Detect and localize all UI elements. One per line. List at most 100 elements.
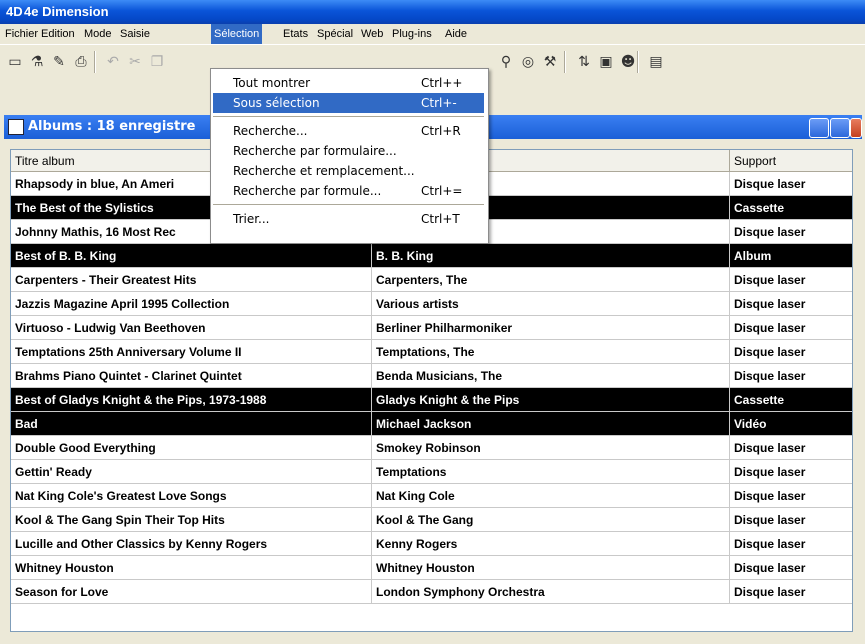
folder-icon[interactable]: ▭ <box>6 53 24 71</box>
menu-item-label: Trier... <box>233 212 270 226</box>
support-cell: Disque laser <box>734 369 806 383</box>
menu-item-shortcut: Ctrl+- <box>421 96 457 110</box>
artist-cell: Temptations <box>372 460 730 484</box>
artist-cell: Kenny Rogers <box>372 532 730 556</box>
menu-item-tout-montrer[interactable]: Tout montrer Ctrl++ <box>213 73 484 93</box>
menu-item-recherche-par-formulaire[interactable]: Recherche par formulaire... <box>213 141 484 161</box>
artist-cell: London Symphony Orchestra <box>372 580 730 604</box>
sort-icon[interactable]: ⇅ <box>575 53 593 71</box>
album-title-cell: Whitney Houston <box>11 556 372 580</box>
artist-cell: Carpenters, The <box>372 268 730 292</box>
undo-icon[interactable]: ↶ <box>104 53 122 71</box>
album-title-cell: Best of Gladys Knight & the Pips, 1973-1… <box>11 388 372 412</box>
support-cell: Disque laser <box>734 345 806 359</box>
album-title-cell: Carpenters - Their Greatest Hits <box>11 268 372 292</box>
menu-item-recherche-par-formule[interactable]: Recherche par formule... Ctrl+= <box>213 181 484 201</box>
cut-icon[interactable]: ✂ <box>126 53 144 71</box>
album-title-cell: Jazzis Magazine April 1995 Collection <box>11 292 372 316</box>
artist-cell: Berliner Philharmoniker <box>372 316 730 340</box>
support-cell: Disque laser <box>734 465 806 479</box>
table-row[interactable]: Bad Michael Jackson Vidéo <box>11 412 852 436</box>
support-cell: Album <box>734 249 772 263</box>
copy-icon[interactable]: ❐ <box>148 53 166 71</box>
menu-item-recherche-et-remplacement[interactable]: Recherche et remplacement... <box>213 161 484 181</box>
menu-item-shortcut: Ctrl+R <box>421 124 461 138</box>
menu-aide[interactable]: Aide <box>442 24 470 44</box>
table-row[interactable]: Lucille and Other Classics by Kenny Roge… <box>11 532 852 556</box>
toolbar-separator <box>94 51 96 73</box>
column-header-support[interactable]: Support <box>730 150 852 172</box>
album-title-cell: Nat King Cole's Greatest Love Songs <box>11 484 372 508</box>
menu-edition[interactable]: Edition <box>38 24 78 44</box>
album-title-cell: Season for Love <box>11 580 372 604</box>
support-cell: Disque laser <box>734 177 806 191</box>
search-icon[interactable]: ⚲ <box>497 53 515 71</box>
album-title-cell: Bad <box>11 412 372 436</box>
table-row[interactable]: Whitney Houston Whitney Houston Disque las… <box>11 556 852 580</box>
album-title-cell: Double Good Everything <box>11 436 372 460</box>
support-cell: Vidéo <box>734 417 767 431</box>
minimize-button[interactable] <box>809 118 829 138</box>
album-title-cell: Temptations 25th Anniversary Volume II <box>11 340 372 364</box>
menu-sp-cial[interactable]: Spécial <box>314 24 356 44</box>
table-row[interactable]: Nat King Cole's Greatest Love Songs Nat K… <box>11 484 852 508</box>
menu-item-sous-s-lection[interactable]: Sous sélection Ctrl+- <box>213 93 484 113</box>
support-cell: Disque laser <box>734 441 806 455</box>
table-row[interactable]: Temptations 25th Anniversary Volume II Te… <box>11 340 852 364</box>
user-icon[interactable]: ☻ <box>619 53 637 71</box>
tool-icon[interactable]: ⚒ <box>541 53 559 71</box>
table-row[interactable]: Kool & The Gang Spin Their Top Hits Kool … <box>11 508 852 532</box>
menu-separator <box>213 116 484 117</box>
print-icon[interactable]: ⎙ <box>72 53 90 71</box>
menu-web[interactable]: Web <box>358 24 386 44</box>
table-row[interactable]: Jazzis Magazine April 1995 Collection Var… <box>11 292 852 316</box>
table-row[interactable]: Season for Love London Symphony Orchestra… <box>11 580 852 604</box>
menu-plug-ins[interactable]: Plug-ins <box>389 24 435 44</box>
support-cell: Disque laser <box>734 561 806 575</box>
menu-etats[interactable]: Etats <box>280 24 311 44</box>
menu-item-shortcut: Ctrl++ <box>421 76 463 90</box>
table-row[interactable]: Best of B. B. King B. B. King Album <box>11 244 852 268</box>
menu-item-label: Sous sélection <box>233 96 320 110</box>
menu-fichier[interactable]: Fichier <box>2 24 41 44</box>
artist-cell: Smokey Robinson <box>372 436 730 460</box>
close-button[interactable] <box>850 118 862 138</box>
zoom-icon[interactable]: ◎ <box>519 53 537 71</box>
album-title-cell: Brahms Piano Quintet - Clarinet Quintet <box>11 364 372 388</box>
lock-icon[interactable]: ▣ <box>597 53 615 71</box>
menu-item-shortcut: Ctrl+= <box>421 184 463 198</box>
table-row[interactable]: Gettin' Ready Temptations Disque laser <box>11 460 852 484</box>
support-cell: Disque laser <box>734 489 806 503</box>
menu-saisie[interactable]: Saisie <box>117 24 153 44</box>
artist-cell: B. B. King <box>372 244 730 268</box>
support-cell: Disque laser <box>734 273 806 287</box>
menu-item-label: Recherche par formule... <box>233 184 382 198</box>
table-row[interactable]: Carpenters - Their Greatest Hits Carpente… <box>11 268 852 292</box>
table-row[interactable]: Virtuoso - Ludwig Van Beethoven Berliner … <box>11 316 852 340</box>
document-icon <box>8 119 24 135</box>
record-icon[interactable]: ✎ <box>50 53 68 71</box>
menu-mode[interactable]: Mode <box>81 24 115 44</box>
album-title-cell: Kool & The Gang Spin Their Top Hits <box>11 508 372 532</box>
menu-separator <box>213 204 484 205</box>
table-row[interactable]: Double Good Everything Smokey Robinson Dis… <box>11 436 852 460</box>
maximize-button[interactable] <box>830 118 850 138</box>
menu-item-trier[interactable]: Trier... Ctrl+T <box>213 209 484 229</box>
artist-cell: Kool & The Gang <box>372 508 730 532</box>
menu-item-recherche[interactable]: Recherche... Ctrl+R <box>213 121 484 141</box>
app-logo: 4D <box>6 4 23 19</box>
run-icon[interactable]: ⚗ <box>28 53 46 71</box>
doc-icon[interactable]: ▤ <box>647 53 665 71</box>
support-cell: Disque laser <box>734 225 806 239</box>
table-row[interactable]: Best of Gladys Knight & the Pips, 1973-1… <box>11 388 852 412</box>
support-cell: Disque laser <box>734 513 806 527</box>
support-cell: Cassette <box>734 393 785 407</box>
table-row[interactable]: Brahms Piano Quintet - Clarinet Quintet B… <box>11 364 852 388</box>
menu-s-lection[interactable]: Sélection <box>211 24 263 44</box>
menu-item-label: Recherche et remplacement... <box>233 164 415 178</box>
support-cell: Disque laser <box>734 297 806 311</box>
menu-item-label: Recherche par formulaire... <box>233 144 397 158</box>
artist-cell: Gladys Knight & the Pips <box>372 388 730 412</box>
artist-cell: Whitney Houston <box>372 556 730 580</box>
app-titlebar: 4D 4e Dimension <box>0 0 865 24</box>
